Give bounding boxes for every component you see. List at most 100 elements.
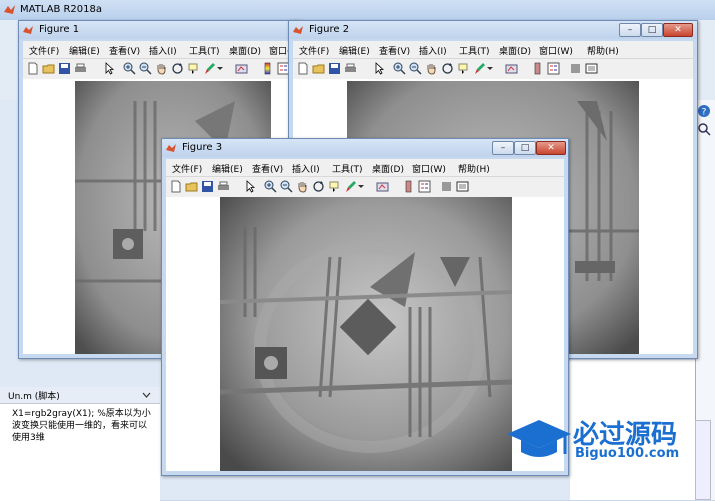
pan-icon[interactable] xyxy=(425,62,438,75)
zoom-out-icon[interactable] xyxy=(409,62,422,75)
link-plot-icon[interactable] xyxy=(505,62,518,75)
menu-file[interactable]: 文件(F) xyxy=(29,44,59,57)
help-icon[interactable]: ? xyxy=(697,104,711,118)
link-plot-icon[interactable] xyxy=(376,180,389,193)
dropdown-arrow-icon[interactable] xyxy=(486,62,494,75)
zoom-out-icon[interactable] xyxy=(280,180,293,193)
svg-text:?: ? xyxy=(702,108,707,118)
data-cursor-icon[interactable] xyxy=(328,180,341,193)
pan-icon[interactable] xyxy=(296,180,309,193)
legend-icon[interactable] xyxy=(418,180,431,193)
hide-tools-icon[interactable] xyxy=(569,62,582,75)
menu-help[interactable]: 帮助(H) xyxy=(587,44,619,57)
figure-3-minimize-button[interactable]: – xyxy=(492,141,514,155)
open-file-icon[interactable] xyxy=(42,62,55,75)
maximize-icon: □ xyxy=(520,143,530,153)
rotate-3d-icon[interactable] xyxy=(312,180,325,193)
pan-icon[interactable] xyxy=(155,62,168,75)
brush-icon[interactable] xyxy=(473,62,486,75)
hide-tools-icon[interactable] xyxy=(440,180,453,193)
minimize-icon: – xyxy=(500,143,506,153)
figure-3-maximize-button[interactable]: □ xyxy=(514,141,536,155)
figure-1-title: Figure 1 xyxy=(39,24,80,35)
app-title: MATLAB R2018a xyxy=(20,4,103,15)
figure-3-title-bar[interactable]: Figure 3 – □ ✕ xyxy=(162,139,568,157)
editor-panel xyxy=(0,387,160,501)
chevron-down-icon[interactable] xyxy=(142,391,151,399)
menu-insert[interactable]: 插入(I) xyxy=(292,162,320,175)
figure-3-close-button[interactable]: ✕ xyxy=(536,141,566,155)
menu-edit[interactable]: 编辑(E) xyxy=(212,162,243,175)
menu-desktop[interactable]: 桌面(D) xyxy=(372,162,404,175)
menu-tools[interactable]: 工具(T) xyxy=(459,44,490,57)
new-figure-icon[interactable] xyxy=(169,180,182,193)
menu-view[interactable]: 查看(V) xyxy=(252,162,283,175)
print-icon[interactable] xyxy=(217,180,230,193)
rotate-3d-icon[interactable] xyxy=(171,62,184,75)
dropdown-arrow-icon[interactable] xyxy=(357,180,365,193)
colorbar-icon[interactable] xyxy=(402,180,415,193)
menu-insert[interactable]: 插入(I) xyxy=(149,44,177,57)
zoom-in-icon[interactable] xyxy=(264,180,277,193)
figure-2-maximize-button[interactable]: □ xyxy=(641,23,663,37)
menu-edit[interactable]: 编辑(E) xyxy=(69,44,100,57)
legend-icon[interactable] xyxy=(547,62,560,75)
figure-1-toolbar xyxy=(23,58,297,80)
brush-icon[interactable] xyxy=(344,180,357,193)
search-icon[interactable] xyxy=(697,122,711,136)
menu-tools[interactable]: 工具(T) xyxy=(332,162,363,175)
show-tools-icon[interactable] xyxy=(456,180,469,193)
show-tools-icon[interactable] xyxy=(585,62,598,75)
colorbar-icon[interactable] xyxy=(531,62,544,75)
figure-1-title-bar[interactable]: Figure 1 xyxy=(19,21,301,39)
brush-icon[interactable] xyxy=(203,62,216,75)
pointer-icon[interactable] xyxy=(373,62,386,75)
editor-tab[interactable]: Un.m (脚本) xyxy=(0,387,160,404)
print-icon[interactable] xyxy=(344,62,357,75)
menu-tools[interactable]: 工具(T) xyxy=(189,44,220,57)
matlab-figure-icon xyxy=(23,26,33,34)
figure-2-menubar: 文件(F) 编辑(E) 查看(V) 插入(I) 工具(T) 桌面(D) 窗口(W… xyxy=(293,41,693,58)
save-icon[interactable] xyxy=(201,180,214,193)
figure-2-title-bar[interactable]: Figure 2 – □ ✕ xyxy=(289,21,697,39)
figure-2-close-button[interactable]: ✕ xyxy=(663,23,693,37)
figure-3-toolbar xyxy=(166,176,564,198)
zoom-in-icon[interactable] xyxy=(123,62,136,75)
print-icon[interactable] xyxy=(74,62,87,75)
figure-2-minimize-button[interactable]: – xyxy=(619,23,641,37)
pointer-icon[interactable] xyxy=(244,180,257,193)
menu-window[interactable]: 窗口(W) xyxy=(412,162,446,175)
matlab-figure-icon xyxy=(293,26,303,34)
menu-edit[interactable]: 编辑(E) xyxy=(339,44,370,57)
menu-file[interactable]: 文件(F) xyxy=(172,162,202,175)
menu-view[interactable]: 查看(V) xyxy=(109,44,140,57)
figure-3-menubar: 文件(F) 编辑(E) 查看(V) 插入(I) 工具(T) 桌面(D) 窗口(W… xyxy=(166,159,564,176)
pointer-icon[interactable] xyxy=(103,62,116,75)
colorbar-icon[interactable] xyxy=(261,62,274,75)
editor-code-text[interactable]: X1=rgb2gray(X1); %原本以为小波变换只能使用一维的，看来可以使用… xyxy=(12,408,152,444)
data-cursor-icon[interactable] xyxy=(187,62,200,75)
save-icon[interactable] xyxy=(328,62,341,75)
figure-1-menubar: 文件(F) 编辑(E) 查看(V) 插入(I) 工具(T) 桌面(D) 窗口(W… xyxy=(23,41,303,58)
menu-view[interactable]: 查看(V) xyxy=(379,44,410,57)
open-file-icon[interactable] xyxy=(185,180,198,193)
zoom-out-icon[interactable] xyxy=(139,62,152,75)
close-icon: ✕ xyxy=(547,143,555,153)
dropdown-arrow-icon[interactable] xyxy=(216,62,224,75)
graduation-cap-icon xyxy=(507,420,571,457)
watermark-en-text: Biguo100.com xyxy=(575,446,680,461)
open-file-icon[interactable] xyxy=(312,62,325,75)
menu-help[interactable]: 帮助(H) xyxy=(458,162,490,175)
new-figure-icon[interactable] xyxy=(296,62,309,75)
menu-insert[interactable]: 插入(I) xyxy=(419,44,447,57)
menu-desktop[interactable]: 桌面(D) xyxy=(229,44,261,57)
menu-window[interactable]: 窗口(W) xyxy=(539,44,573,57)
zoom-in-icon[interactable] xyxy=(393,62,406,75)
new-figure-icon[interactable] xyxy=(26,62,39,75)
data-cursor-icon[interactable] xyxy=(457,62,470,75)
link-plot-icon[interactable] xyxy=(235,62,248,75)
rotate-3d-icon[interactable] xyxy=(441,62,454,75)
menu-desktop[interactable]: 桌面(D) xyxy=(499,44,531,57)
menu-file[interactable]: 文件(F) xyxy=(299,44,329,57)
save-icon[interactable] xyxy=(58,62,71,75)
